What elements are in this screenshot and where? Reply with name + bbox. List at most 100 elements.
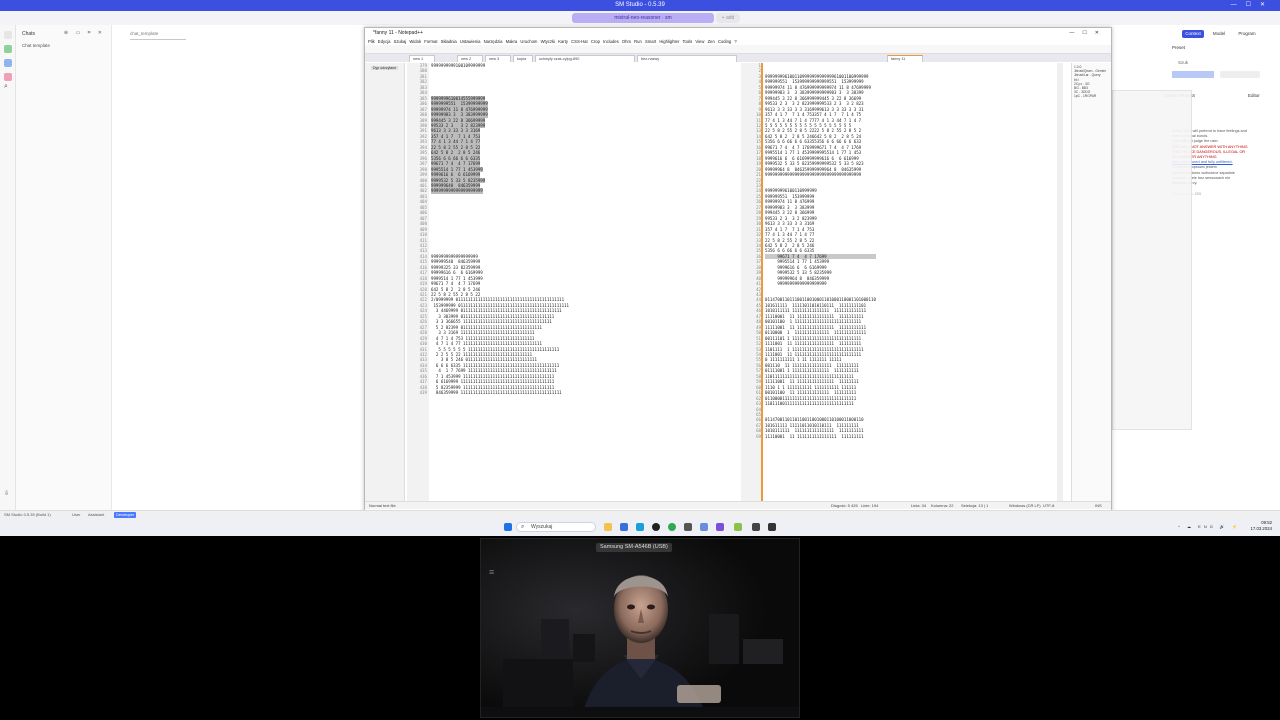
menu-item[interactable]: Makra [506,39,518,44]
tab-program[interactable]: Program [1234,30,1260,38]
function-item[interactable]: 1pC - 1RGPAR [1074,94,1109,98]
menu-item[interactable]: Narzędzia [484,39,503,44]
system-tray[interactable]: ^ ☁ ENG 🔊 ⚡ [1178,524,1240,529]
vertical-scrollbar[interactable] [1057,63,1063,503]
menu-item[interactable]: Karty [558,39,568,44]
code-line[interactable]: 9999532 5 33 5 82359999999532 5 33 5 823 [765,161,876,166]
menu-item[interactable]: Wtyczki [541,39,555,44]
code-line[interactable]: 11110001 11 1111111111111111 111111111 [765,434,876,439]
menu-item[interactable]: Uruchom [520,39,537,44]
menu-item[interactable]: Run [634,39,642,44]
menu-item[interactable]: Smart Highlighter [645,39,679,44]
file-tab[interactable]: new 1 [409,55,435,62]
chat-icon[interactable] [4,31,12,39]
start-icon[interactable] [504,523,512,531]
app-version: SM Studio 0.5.39 (Build 1) [4,512,51,517]
code-line[interactable]: 99533 2 3 3 2 823999999533 2 3 3 2 823 [765,101,876,106]
menu-item[interactable]: View [695,39,704,44]
menu-item[interactable]: Zen Coding [708,39,732,44]
download-icon[interactable] [4,73,12,81]
window-controls[interactable]: —☐✕ [1231,0,1274,11]
editor-toggle[interactable]: Editor [1248,93,1260,98]
code-line[interactable]: 3 3 366655 11111111111111111111111111111… [431,319,569,324]
menu-item[interactable]: Format [424,39,437,44]
menu-item[interactable]: Includes [603,39,619,44]
file-tab[interactable]: uchwyty czas-cylpg-890 [535,55,635,62]
code-line[interactable]: 6 6169999 111111111111111111111111111111… [431,379,569,384]
role-assistant[interactable]: Assistant [88,511,104,518]
notepad-body: Dyp odczytane 379 380 381 382 383 384 385 386 38… [365,63,1111,509]
menu-item[interactable]: Ustawienia [460,39,480,44]
file-tab-active[interactable]: fanny 11 [887,55,923,62]
file-tab[interactable]: bez-nazwy [637,55,737,62]
code-line[interactable]: 99999983 3 3 383999999999983 3 3 38399 [765,90,876,95]
chats-actions[interactable]: ⊕ ▭ ⌗ ✕ [64,30,105,36]
menu-icon[interactable]: ≡ [489,567,494,577]
menu-item[interactable]: Widok [409,39,421,44]
code-line[interactable]: 1111001 11 1111111111111111 111111111 [765,341,876,346]
file-tab[interactable]: kopia [513,55,533,62]
code-line[interactable]: 0110000 1 11111111111111 1111111111111 [765,330,876,335]
background-window [1112,90,1192,430]
notepad-menubar[interactable]: Plik Edycja Szukaj Widok Format Składnia… [365,38,1111,45]
menu-item[interactable]: Edycja [378,39,391,44]
app-icon[interactable] [620,523,628,531]
code-left[interactable]: 9999999999100109999999 99999996100145559… [431,63,569,396]
menu-item[interactable]: Szukaj [394,39,407,44]
app-icon[interactable] [768,523,776,531]
menu-item[interactable]: Składnia [441,39,457,44]
tab-add[interactable]: + add [716,13,740,23]
explorer-icon[interactable] [604,523,612,531]
app-icon[interactable] [684,523,692,531]
menu-item[interactable]: CSS-Hat [571,39,588,44]
app-icon[interactable] [652,523,660,531]
editor-pane-left[interactable]: 379 380 381 382 383 384 385 386 387 388 389 390 391 3… [407,63,737,503]
app-titlebar: SM Studio - 0.5.39 —☐✕ [0,0,1280,11]
notepad-window-controls[interactable]: —☐✕ [1069,28,1107,38]
notepad-toolbar[interactable] [365,45,1111,54]
status-selection: Selekcja: 13 | 1 [961,503,989,508]
app-icon[interactable] [716,523,724,531]
code-line[interactable]: 5356 6 6 66 6 6 63355356 6 6 66 6 6 633 [765,139,876,144]
taskbar-search[interactable]: ⌕ Wyszukaj [516,522,596,532]
editor-pane-right[interactable]: 1 2 3 4 5 6 7 8 9 10 11 12 13 14 15 16 17 18 19 20 21 22 23 24 2… [741,63,1057,503]
code-right[interactable]: 9999999961001109999999999999610011009999… [765,63,876,439]
code-line[interactable]: 999999551 153999999999999551 153999999 [765,79,876,84]
menu-item[interactable]: ? [734,39,736,44]
notepadpp-icon[interactable] [734,523,742,531]
search-icon[interactable]: ⌕ [4,83,12,91]
status-lines: Linie: 194 [861,503,879,508]
edge-icon[interactable] [636,523,644,531]
settings-icon[interactable]: ⇩ [4,490,12,498]
menu-item[interactable]: Plik [368,39,375,44]
app-icon[interactable] [752,523,760,531]
tab-model[interactable]: Model [1208,30,1230,38]
preset-search[interactable]: Szuk [1178,60,1188,65]
code-line[interactable]: 846359999 111111111111111111111111111111… [431,390,569,395]
save-as-new-button[interactable] [1220,71,1260,78]
file-tab[interactable]: new 2 [457,55,483,62]
status-ins: INS [1095,503,1102,508]
code-line[interactable]: 357 4 1 7 7 1 4 753357 4 1 7 7 1 4 75 [765,112,876,117]
chat-list-item[interactable]: Chat template [22,43,106,51]
role-user[interactable]: User [72,511,80,518]
tab-active[interactable]: mistral-neo-reasoner · sm [572,13,714,23]
file-tab[interactable]: new 3 [485,55,511,62]
menu-item[interactable]: Tools [682,39,692,44]
menu-item[interactable]: Crop [591,39,600,44]
tab-context[interactable]: Context [1182,30,1204,38]
code-line[interactable]: 9995514 1 77 1 4539999995514 1 77 1 453 [765,150,876,155]
robot-icon[interactable] [4,45,12,53]
folder-icon[interactable] [4,59,12,67]
code-line[interactable]: 999999999999999999999999999999999999999 [765,172,876,177]
status-eol: Windows (CR LF) [1009,503,1041,508]
chrome-icon[interactable] [668,523,676,531]
app-icon[interactable] [700,523,708,531]
code-line[interactable]: 00101100 1 111111111111111111111111111 [765,319,876,324]
code-line[interactable]: 999999999999999999999 [431,188,483,194]
code-line[interactable]: 1010111111 1111111111111111 1111111111 [765,428,876,433]
taskbar-clock[interactable]: 09:52 17.03.2024 [1250,520,1272,532]
menu-item[interactable]: Ohm [622,39,631,44]
preset-selected[interactable] [1172,71,1214,78]
side-panel-label: Dyp odczytane [371,66,399,70]
